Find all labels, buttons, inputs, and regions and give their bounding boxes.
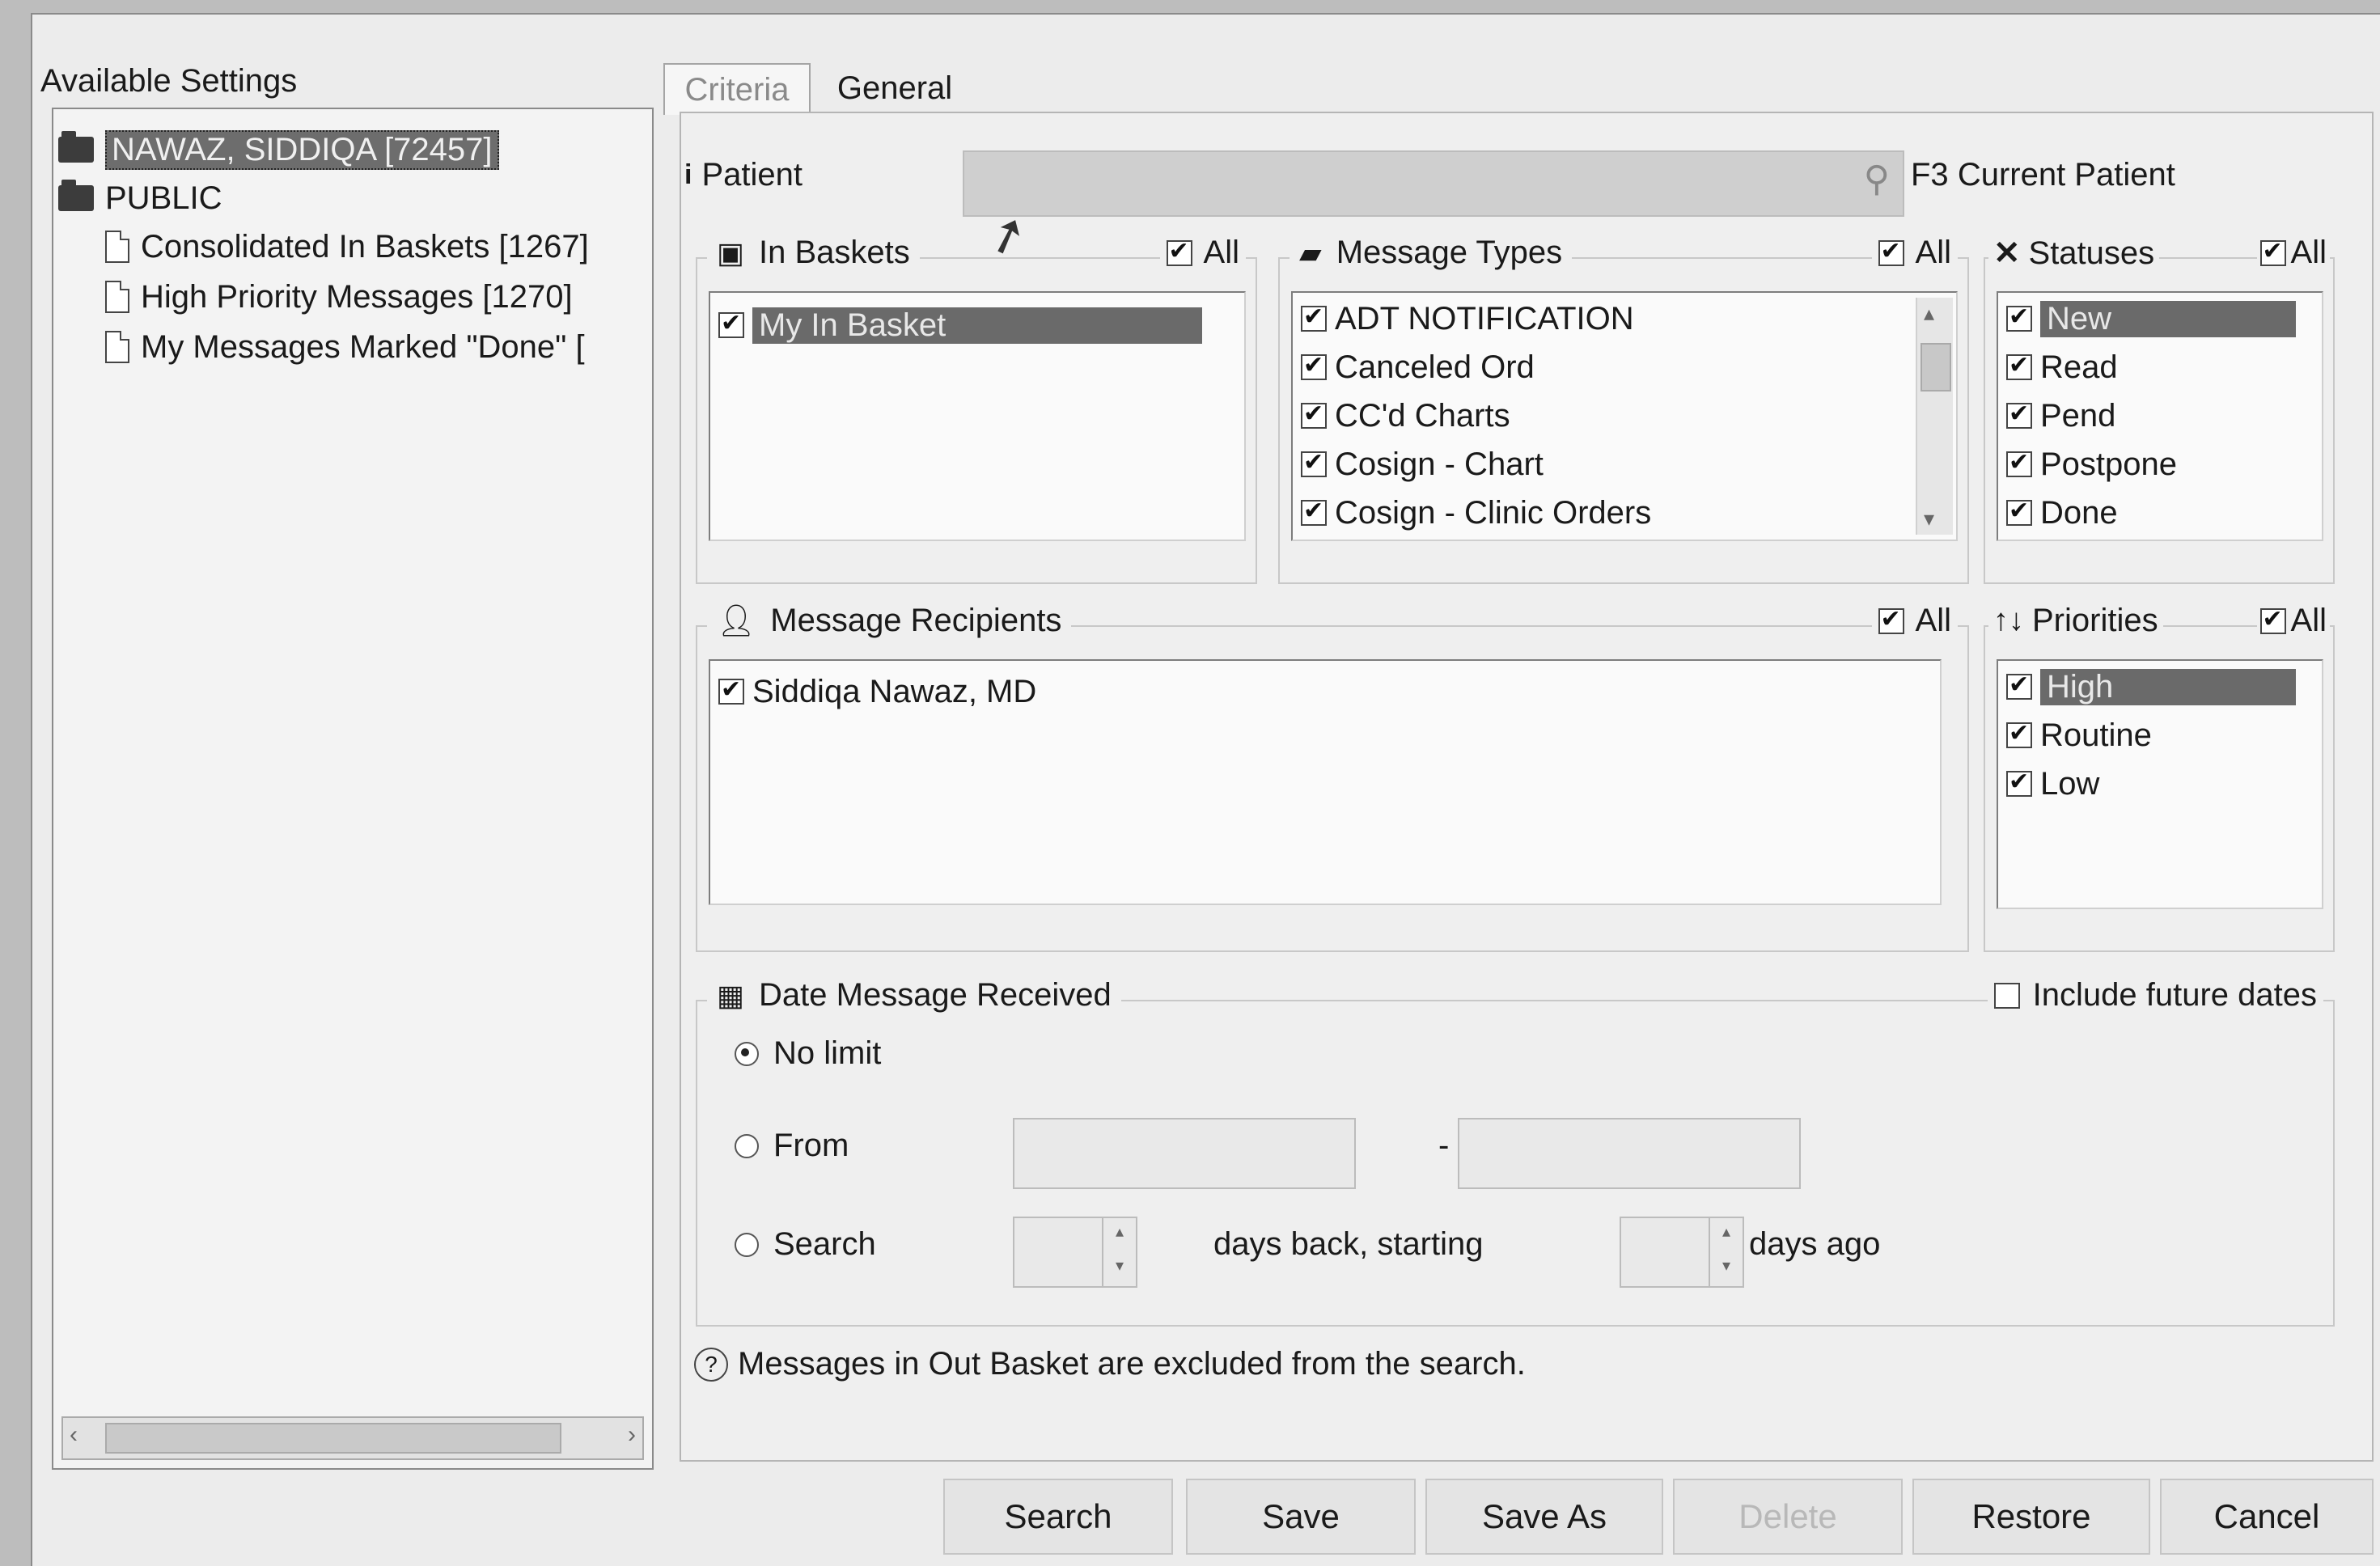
date-received-group: ▦ Date Message Received Include future d… xyxy=(696,977,2335,1327)
scroll-left-icon[interactable]: ‹ xyxy=(70,1421,78,1449)
patient-search-input[interactable]: ⚲ xyxy=(963,150,1904,217)
out-basket-note: ? Messages in Out Basket are excluded fr… xyxy=(694,1346,1526,1382)
restore-button[interactable]: Restore xyxy=(1912,1479,2150,1555)
stepper-up-icon[interactable]: ▴ xyxy=(1710,1218,1743,1252)
days-back-label: days back, starting xyxy=(1213,1226,1484,1262)
search-icon[interactable]: ⚲ xyxy=(1864,159,1890,200)
message-recipients-group: 👤︎ Message Recipients All Siddiqa Nawaz,… xyxy=(696,603,1969,952)
search-button[interactable]: Search xyxy=(943,1479,1173,1555)
list-item[interactable]: New xyxy=(2006,296,2306,341)
vertical-scrollbar[interactable]: ▴ ▾ xyxy=(1916,298,1953,535)
scroll-down-icon[interactable]: ▾ xyxy=(1924,506,1934,531)
list-item[interactable]: Pend xyxy=(2006,393,2115,438)
available-settings-title: Available Settings xyxy=(40,63,298,99)
search-days-radio[interactable]: Search xyxy=(735,1226,876,1263)
priorities-group: ↑↓ Priorities All High Routine Low xyxy=(1984,603,2335,952)
list-item[interactable]: Cosign - Chart xyxy=(1301,442,1544,487)
list-item[interactable]: Routine xyxy=(2006,713,2152,758)
list-item[interactable]: My In Basket xyxy=(718,303,1220,348)
tree-item[interactable]: Consolidated In Baskets [1267] xyxy=(105,224,589,269)
to-date-field[interactable] xyxy=(1458,1118,1801,1189)
open-folder-icon xyxy=(58,180,94,211)
current-patient-shortcut[interactable]: F3 Current Patient xyxy=(1911,157,2175,193)
document-icon xyxy=(105,231,129,263)
user-folder-icon xyxy=(58,131,94,163)
include-future-dates-checkbox[interactable]: Include future dates xyxy=(1987,977,2323,1014)
no-limit-radio[interactable]: No limit xyxy=(735,1035,881,1072)
horizontal-scrollbar[interactable]: ‹ › xyxy=(61,1416,644,1460)
inbox-icon: ▣ xyxy=(717,235,745,269)
date-range-dash: - xyxy=(1438,1128,1450,1163)
days-ago-label: days ago xyxy=(1749,1226,1881,1262)
message-types-all-checkbox[interactable]: All xyxy=(1871,235,1958,271)
scroll-up-icon[interactable]: ▴ xyxy=(1924,301,1934,326)
folder-icon: ▰ xyxy=(1299,235,1322,269)
list-item[interactable]: Canceled Ord xyxy=(1301,345,1535,390)
statuses-all-checkbox[interactable]: All xyxy=(2256,235,2330,271)
from-date-field[interactable] xyxy=(1013,1118,1356,1189)
search-settings-window: Available Settings NAWAZ, SIDDIQA [72457… xyxy=(31,13,2380,1566)
sort-arrows-icon: ↑↓ xyxy=(1993,603,2024,637)
tree-node-public[interactable]: PUBLIC xyxy=(58,176,222,221)
days-ago-stepper[interactable]: ▴ ▾ xyxy=(1620,1217,1744,1288)
priorities-list[interactable]: High Routine Low xyxy=(1997,659,2323,909)
list-item[interactable]: Read xyxy=(2006,345,2118,390)
stepper-up-icon[interactable]: ▴ xyxy=(1103,1218,1136,1252)
list-item[interactable]: Done xyxy=(2006,490,2118,535)
document-icon xyxy=(105,281,129,313)
list-item[interactable]: High xyxy=(2006,664,2306,709)
days-back-stepper[interactable]: ▴ ▾ xyxy=(1013,1217,1137,1288)
tree-node-user[interactable]: NAWAZ, SIDDIQA [72457] xyxy=(58,127,499,172)
from-radio[interactable]: From xyxy=(735,1128,849,1164)
recipients-all-checkbox[interactable]: All xyxy=(1871,603,1958,639)
cancel-button[interactable]: Cancel xyxy=(2160,1479,2374,1555)
stepper-down-icon[interactable]: ▾ xyxy=(1710,1252,1743,1286)
priorities-all-checkbox[interactable]: All xyxy=(2256,603,2330,639)
recipients-list[interactable]: Siddiqa Nawaz, MD xyxy=(709,659,1942,905)
delete-button[interactable]: Delete xyxy=(1673,1479,1903,1555)
statuses-list[interactable]: New Read Pend Postpone Done xyxy=(1997,291,2323,541)
list-item[interactable]: Postpone xyxy=(2006,442,2177,487)
scroll-right-icon[interactable]: › xyxy=(628,1421,636,1449)
list-item[interactable]: Cosign - Clinic Orders xyxy=(1301,490,1651,535)
x-icon: ✕ xyxy=(1993,235,2021,271)
message-types-group: ▰ Message Types All ADT NOTIFICATION Can… xyxy=(1278,235,1969,584)
save-button[interactable]: Save xyxy=(1186,1479,1416,1555)
document-icon xyxy=(105,331,129,363)
person-icon: 👤︎ xyxy=(717,603,756,638)
in-baskets-all-checkbox[interactable]: All xyxy=(1159,235,1246,271)
info-icon: i xyxy=(684,159,692,190)
tree-item[interactable]: My Messages Marked "Done" [ xyxy=(105,324,585,370)
in-baskets-list[interactable]: My In Basket xyxy=(709,291,1246,541)
list-item[interactable]: CC'd Charts xyxy=(1301,393,1510,438)
patient-label: i Patient xyxy=(684,157,803,193)
help-icon: ? xyxy=(694,1347,728,1382)
scrollbar-thumb[interactable] xyxy=(105,1423,561,1454)
message-types-list[interactable]: ADT NOTIFICATION Canceled Ord CC'd Chart… xyxy=(1291,291,1958,541)
scrollbar-thumb[interactable] xyxy=(1921,343,1951,392)
tab-general[interactable]: General xyxy=(822,63,968,113)
list-item[interactable]: Siddiqa Nawaz, MD xyxy=(718,669,1036,714)
list-item[interactable]: Low xyxy=(2006,761,2099,806)
in-baskets-group: ▣ In Baskets All My In Basket xyxy=(696,235,1257,584)
stepper-down-icon[interactable]: ▾ xyxy=(1103,1252,1136,1286)
settings-tree[interactable]: NAWAZ, SIDDIQA [72457] PUBLIC Consolidat… xyxy=(52,108,654,1470)
calendar-icon: ▦ xyxy=(717,978,745,1012)
tree-item[interactable]: High Priority Messages [1270] xyxy=(105,274,573,320)
save-as-button[interactable]: Save As xyxy=(1425,1479,1663,1555)
statuses-group: ✕ Statuses All New Read Pend Postpone Do… xyxy=(1984,235,2335,584)
list-item[interactable]: ADT NOTIFICATION xyxy=(1301,296,1634,341)
tab-criteria[interactable]: Criteria xyxy=(663,63,811,115)
